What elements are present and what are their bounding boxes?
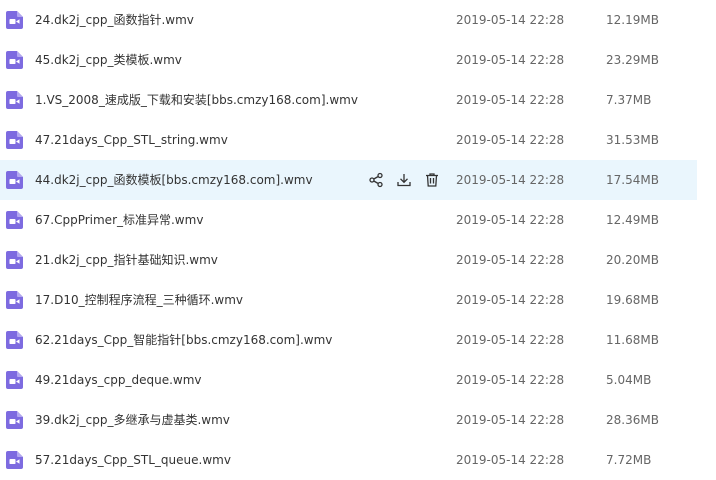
file-name[interactable]: 57.21days_Cpp_STL_queue.wmv (35, 440, 231, 480)
video-file-icon (6, 331, 23, 349)
file-row[interactable]: 17.D10_控制程序流程_三种循环.wmv 2019-05-14 22:28 19… (0, 280, 697, 320)
file-name[interactable]: 21.dk2j_cpp_指针基础知识.wmv (35, 240, 218, 280)
file-date: 2019-05-14 22:28 (456, 413, 565, 427)
file-date: 2019-05-14 22:28 (456, 373, 565, 387)
file-name[interactable]: 47.21days_Cpp_STL_string.wmv (35, 120, 228, 160)
video-file-icon (6, 171, 23, 189)
file-row[interactable]: 49.21days_cpp_deque.wmv 2019-05-14 22:28 5… (0, 360, 697, 400)
file-size: 7.37MB (606, 93, 652, 107)
file-size: 5.04MB (606, 373, 652, 387)
file-date: 2019-05-14 22:28 (456, 13, 565, 27)
file-name[interactable]: 24.dk2j_cpp_函数指针.wmv (35, 0, 194, 40)
file-name[interactable]: 44.dk2j_cpp_函数模板[bbs.cmzy168.com].wmv (35, 160, 313, 200)
video-file-icon (6, 291, 23, 309)
file-name[interactable]: 39.dk2j_cpp_多继承与虚基类.wmv (35, 400, 230, 440)
video-file-icon (6, 11, 23, 29)
file-date: 2019-05-14 22:28 (456, 133, 565, 147)
row-actions (366, 170, 450, 190)
video-file-icon (6, 131, 23, 149)
file-date: 2019-05-14 22:28 (456, 173, 565, 187)
file-size: 11.68MB (606, 333, 659, 347)
video-file-icon (6, 451, 23, 469)
video-file-icon (6, 211, 23, 229)
file-date: 2019-05-14 22:28 (456, 253, 565, 267)
video-file-icon (6, 411, 23, 429)
file-size: 31.53MB (606, 133, 659, 147)
file-name[interactable]: 45.dk2j_cpp_类模板.wmv (35, 40, 182, 80)
file-row[interactable]: 24.dk2j_cpp_函数指针.wmv 2019-05-14 22:28 12.1… (0, 0, 697, 40)
file-row[interactable]: 62.21days_Cpp_智能指针[bbs.cmzy168.com].wmv 2… (0, 320, 697, 360)
trash-icon[interactable] (422, 170, 442, 190)
file-name[interactable]: 62.21days_Cpp_智能指针[bbs.cmzy168.com].wmv (35, 320, 332, 360)
file-size: 23.29MB (606, 53, 659, 67)
video-file-icon (6, 51, 23, 69)
file-row[interactable]: 45.dk2j_cpp_类模板.wmv 2019-05-14 22:28 23.29… (0, 40, 697, 80)
video-file-icon (6, 251, 23, 269)
file-size: 19.68MB (606, 293, 659, 307)
file-date: 2019-05-14 22:28 (456, 453, 565, 467)
file-date: 2019-05-14 22:28 (456, 333, 565, 347)
file-date: 2019-05-14 22:28 (456, 213, 565, 227)
file-row[interactable]: 1.VS_2008_速成版_下载和安装[bbs.cmzy168.com].wmv… (0, 80, 697, 120)
file-date: 2019-05-14 22:28 (456, 93, 565, 107)
file-size: 17.54MB (606, 173, 659, 187)
file-name[interactable]: 17.D10_控制程序流程_三种循环.wmv (35, 280, 243, 320)
video-file-icon (6, 371, 23, 389)
download-icon[interactable] (394, 170, 414, 190)
file-row[interactable]: 44.dk2j_cpp_函数模板[bbs.cmzy168.com].wmv 20… (0, 160, 697, 200)
file-row[interactable]: 67.CppPrimer_标准异常.wmv 2019-05-14 22:28 12.… (0, 200, 697, 240)
file-size: 12.19MB (606, 13, 659, 27)
file-name[interactable]: 1.VS_2008_速成版_下载和安装[bbs.cmzy168.com].wmv (35, 80, 358, 120)
file-name[interactable]: 49.21days_cpp_deque.wmv (35, 360, 202, 400)
file-row[interactable]: 21.dk2j_cpp_指针基础知识.wmv 2019-05-14 22:28 20… (0, 240, 697, 280)
file-date: 2019-05-14 22:28 (456, 293, 565, 307)
file-row[interactable]: 57.21days_Cpp_STL_queue.wmv 2019-05-14 22… (0, 440, 697, 480)
file-size: 28.36MB (606, 413, 659, 427)
video-file-icon (6, 91, 23, 109)
file-size: 7.72MB (606, 453, 652, 467)
share-icon[interactable] (366, 170, 386, 190)
file-row[interactable]: 39.dk2j_cpp_多继承与虚基类.wmv 2019-05-14 22:28 2… (0, 400, 697, 440)
file-size: 20.20MB (606, 253, 659, 267)
file-date: 2019-05-14 22:28 (456, 53, 565, 67)
file-row[interactable]: 47.21days_Cpp_STL_string.wmv 2019-05-14 2… (0, 120, 697, 160)
file-size: 12.49MB (606, 213, 659, 227)
file-name[interactable]: 67.CppPrimer_标准异常.wmv (35, 200, 203, 240)
